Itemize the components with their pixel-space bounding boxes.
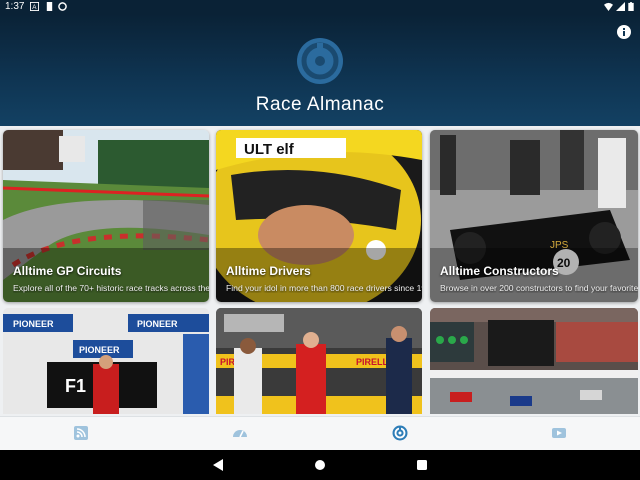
sim-icon <box>46 2 53 11</box>
card-race-start[interactable] <box>430 308 638 414</box>
status-bar: 1:37 A <box>0 0 640 14</box>
svg-text:A: A <box>32 4 37 11</box>
svg-text:PIONEER: PIONEER <box>79 345 120 355</box>
card-title: Alltime Constructors <box>440 264 559 278</box>
wifi-icon <box>604 2 613 11</box>
card-subtitle: Explore all of the 70+ historic race tra… <box>13 283 209 293</box>
card-title: Alltime Drivers <box>226 264 311 278</box>
card-subtitle: Find your idol in more than 800 race dri… <box>226 283 422 293</box>
card-podium-1[interactable]: PIONEER PIONEER PIONEER F1 <box>3 308 209 414</box>
podium-image: PIRELLI PIRELLI <box>216 308 422 414</box>
play-icon[interactable] <box>551 425 567 441</box>
svg-text:PIONEER: PIONEER <box>13 319 54 329</box>
race-almanac-logo <box>297 38 343 84</box>
race-almanac-logo[interactable] <box>392 425 408 441</box>
svg-text:PIONEER: PIONEER <box>137 319 178 329</box>
sync-icon <box>58 2 67 11</box>
rss-icon[interactable] <box>73 425 89 441</box>
signal-icon <box>616 2 625 11</box>
podium-image: PIONEER PIONEER PIONEER F1 <box>3 308 209 414</box>
status-time: 1:37 <box>5 1 25 12</box>
race-start-image <box>430 308 638 414</box>
card-constructors[interactable]: JPS 20 Alltime Constructors Browse in ov… <box>430 130 638 302</box>
card-circuits[interactable]: Alltime GP Circuits Explore all of the 7… <box>3 130 209 302</box>
app-header: Race Almanac <box>0 14 640 126</box>
info-icon[interactable] <box>616 24 632 40</box>
home-icon[interactable] <box>314 459 326 471</box>
card-subtitle: Browse in over 200 constructors to find … <box>440 283 638 293</box>
back-icon[interactable] <box>212 459 224 471</box>
battery-icon <box>628 2 634 11</box>
bottom-navigation <box>0 416 640 451</box>
card-podium-2[interactable]: PIRELLI PIRELLI <box>216 308 422 414</box>
system-navigation <box>0 450 640 480</box>
app-title: Race Almanac <box>255 94 385 115</box>
recents-icon[interactable] <box>416 459 428 471</box>
card-drivers[interactable]: ULT elf Alltime Drivers Find your idol i… <box>216 130 422 302</box>
svg-text:ULT elf: ULT elf <box>244 141 295 158</box>
speedometer-icon[interactable] <box>232 425 248 441</box>
a-icon: A <box>30 2 39 11</box>
card-title: Alltime GP Circuits <box>13 264 122 278</box>
svg-text:F1: F1 <box>65 376 86 396</box>
svg-text:PIRELLI: PIRELLI <box>356 357 391 367</box>
